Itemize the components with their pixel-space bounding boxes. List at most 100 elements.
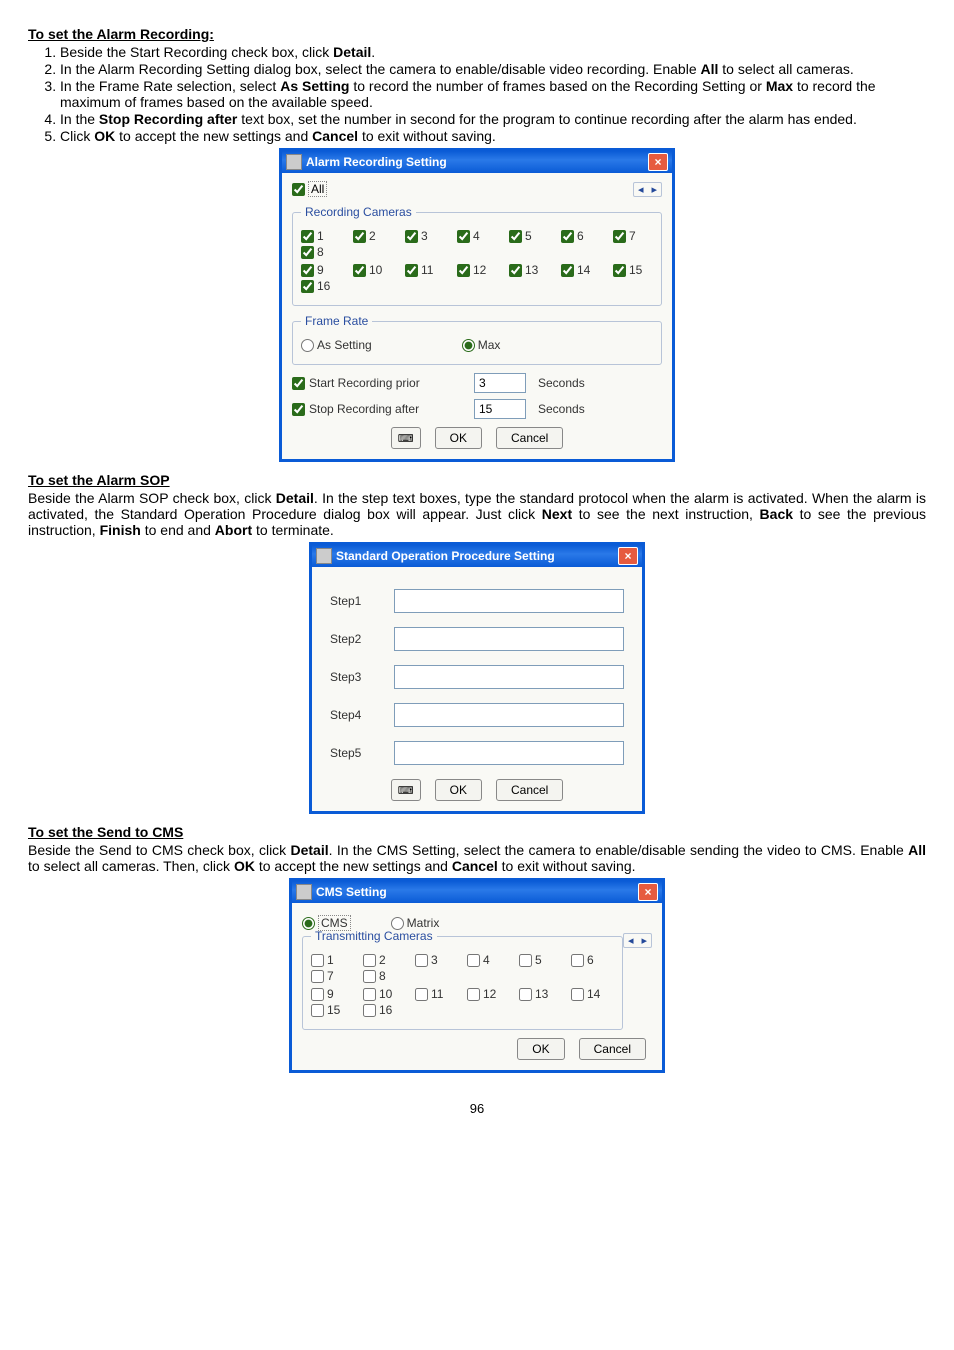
cms-cam-15[interactable]: 15 xyxy=(311,1003,351,1017)
t: Back xyxy=(760,506,793,522)
pager-left-icon[interactable]: ◂ xyxy=(634,183,648,196)
stop-after-check[interactable]: Stop Recording after xyxy=(292,402,462,416)
step4-input[interactable] xyxy=(394,703,624,727)
ok-button[interactable]: OK xyxy=(435,427,482,449)
cms-row-2: 9 10 11 12 13 14 15 16 xyxy=(311,987,614,1017)
step5-input[interactable] xyxy=(394,741,624,765)
section2-body: Beside the Alarm SOP check box, click De… xyxy=(28,490,926,538)
t: Detail xyxy=(291,842,329,858)
stop-after-input[interactable] xyxy=(474,399,526,419)
cam-9[interactable]: 9 xyxy=(301,263,341,277)
cam-15[interactable]: 15 xyxy=(613,263,653,277)
cam-row-1: 1 2 3 4 5 6 7 8 xyxy=(301,229,653,259)
step2-input[interactable] xyxy=(394,627,624,651)
as-setting-radio[interactable]: As Setting xyxy=(301,338,372,352)
max-radio[interactable]: Max xyxy=(462,338,502,352)
step-3: In the Frame Rate selection, select As S… xyxy=(60,78,926,110)
cam-6[interactable]: 6 xyxy=(561,229,601,243)
step1-input[interactable] xyxy=(394,589,624,613)
t: Click xyxy=(60,128,90,144)
close-icon[interactable]: × xyxy=(648,153,668,171)
cms-cam-14[interactable]: 14 xyxy=(571,987,611,1001)
all-checkbox-input[interactable] xyxy=(292,183,305,196)
t: Beside the Start Recording check box, cl… xyxy=(60,44,329,60)
cms-cam-8[interactable]: 8 xyxy=(363,969,403,983)
section3-heading: To set the Send to CMS xyxy=(28,824,926,840)
cms-cam-7[interactable]: 7 xyxy=(311,969,351,983)
cam-12[interactable]: 12 xyxy=(457,263,497,277)
keyboard-button[interactable]: ⌨ xyxy=(391,779,421,801)
cms-cam-16[interactable]: 16 xyxy=(363,1003,403,1017)
cms-cam-12[interactable]: 12 xyxy=(467,987,507,1001)
alarm-dlg-title: Alarm Recording Setting xyxy=(306,155,447,169)
t: Abort xyxy=(215,522,252,538)
cam-13[interactable]: 13 xyxy=(509,263,549,277)
t: to accept the new settings and xyxy=(119,128,308,144)
step3-input[interactable] xyxy=(394,665,624,689)
cms-dlg-titlebar: CMS Setting × xyxy=(292,881,662,903)
steps-list: Beside the Start Recording check box, cl… xyxy=(28,44,926,144)
cms-cam-10[interactable]: 10 xyxy=(363,987,403,1001)
sop-step3: Step3 xyxy=(330,665,624,689)
matrix-radio[interactable]: Matrix xyxy=(391,916,440,930)
step-5: Click OK to accept the new settings and … xyxy=(60,128,926,144)
cam-3[interactable]: 3 xyxy=(405,229,445,243)
keyboard-icon: ⌨ xyxy=(398,784,414,797)
keyboard-button[interactable]: ⌨ xyxy=(391,427,421,449)
pager-right-icon[interactable]: ▸ xyxy=(647,183,661,196)
cms-cam-11[interactable]: 11 xyxy=(415,987,455,1001)
cam-8[interactable]: 8 xyxy=(301,245,341,259)
cms-dialog: CMS Setting × CMS Matrix ◂▸ Transmitting… xyxy=(289,878,665,1073)
sop-dlg-titlebar: Standard Operation Procedure Setting × xyxy=(312,545,642,567)
cms-cam-13[interactable]: 13 xyxy=(519,987,559,1001)
pager[interactable]: ◂▸ xyxy=(623,933,652,948)
cancel-button[interactable]: Cancel xyxy=(496,427,563,449)
frame-rate-group: Frame Rate As Setting Max xyxy=(292,314,662,365)
cam-4[interactable]: 4 xyxy=(457,229,497,243)
cam-11[interactable]: 11 xyxy=(405,263,445,277)
start-prior-check[interactable]: Start Recording prior xyxy=(292,376,462,390)
cancel-button[interactable]: Cancel xyxy=(496,779,563,801)
seconds-label: Seconds xyxy=(538,376,585,390)
cms-cam-3[interactable]: 3 xyxy=(415,953,455,967)
t: to see the next instruction, xyxy=(579,506,753,522)
cam-14[interactable]: 14 xyxy=(561,263,601,277)
cms-cam-6[interactable]: 6 xyxy=(571,953,611,967)
close-icon[interactable]: × xyxy=(638,883,658,901)
close-icon[interactable]: × xyxy=(618,547,638,565)
pager-left-icon[interactable]: ◂ xyxy=(624,934,638,947)
cancel-button[interactable]: Cancel xyxy=(579,1038,646,1060)
cms-cam-1[interactable]: 1 xyxy=(311,953,351,967)
t: Next xyxy=(542,506,572,522)
t: Beside the Alarm SOP check box, click xyxy=(28,490,271,506)
cam-2[interactable]: 2 xyxy=(353,229,393,243)
t: In the Alarm Recording Setting dialog bo… xyxy=(60,61,697,77)
start-prior-input[interactable] xyxy=(474,373,526,393)
rec-cams-legend: Recording Cameras xyxy=(301,205,416,219)
sop-step2: Step2 xyxy=(330,627,624,651)
sop-step5: Step5 xyxy=(330,741,624,765)
t: Beside the Send to CMS check box, click xyxy=(28,842,286,858)
cam-7[interactable]: 7 xyxy=(613,229,653,243)
stop-after-word: Stop Recording after xyxy=(99,111,237,127)
cam-10[interactable]: 10 xyxy=(353,263,393,277)
cms-cam-5[interactable]: 5 xyxy=(519,953,559,967)
cms-row-1: 1 2 3 4 5 6 7 8 xyxy=(311,953,614,983)
step-1: Beside the Start Recording check box, cl… xyxy=(60,44,926,60)
cms-cam-9[interactable]: 9 xyxy=(311,987,351,1001)
sop-dlg-title: Standard Operation Procedure Setting xyxy=(336,549,555,563)
t: to end and xyxy=(145,522,211,538)
t: text box, set the number in second for t… xyxy=(241,111,857,127)
ok-button[interactable]: OK xyxy=(435,779,482,801)
t: to exit without saving. xyxy=(362,128,496,144)
pager-right-icon[interactable]: ▸ xyxy=(637,934,651,947)
ok-button[interactable]: OK xyxy=(517,1038,564,1060)
cam-5[interactable]: 5 xyxy=(509,229,549,243)
detail-word: Detail xyxy=(333,44,371,60)
pager[interactable]: ◂▸ xyxy=(633,182,662,197)
cms-cam-2[interactable]: 2 xyxy=(363,953,403,967)
cam-1[interactable]: 1 xyxy=(301,229,341,243)
cms-cam-4[interactable]: 4 xyxy=(467,953,507,967)
cam-16[interactable]: 16 xyxy=(301,279,341,293)
all-checkbox[interactable]: All xyxy=(292,181,332,197)
